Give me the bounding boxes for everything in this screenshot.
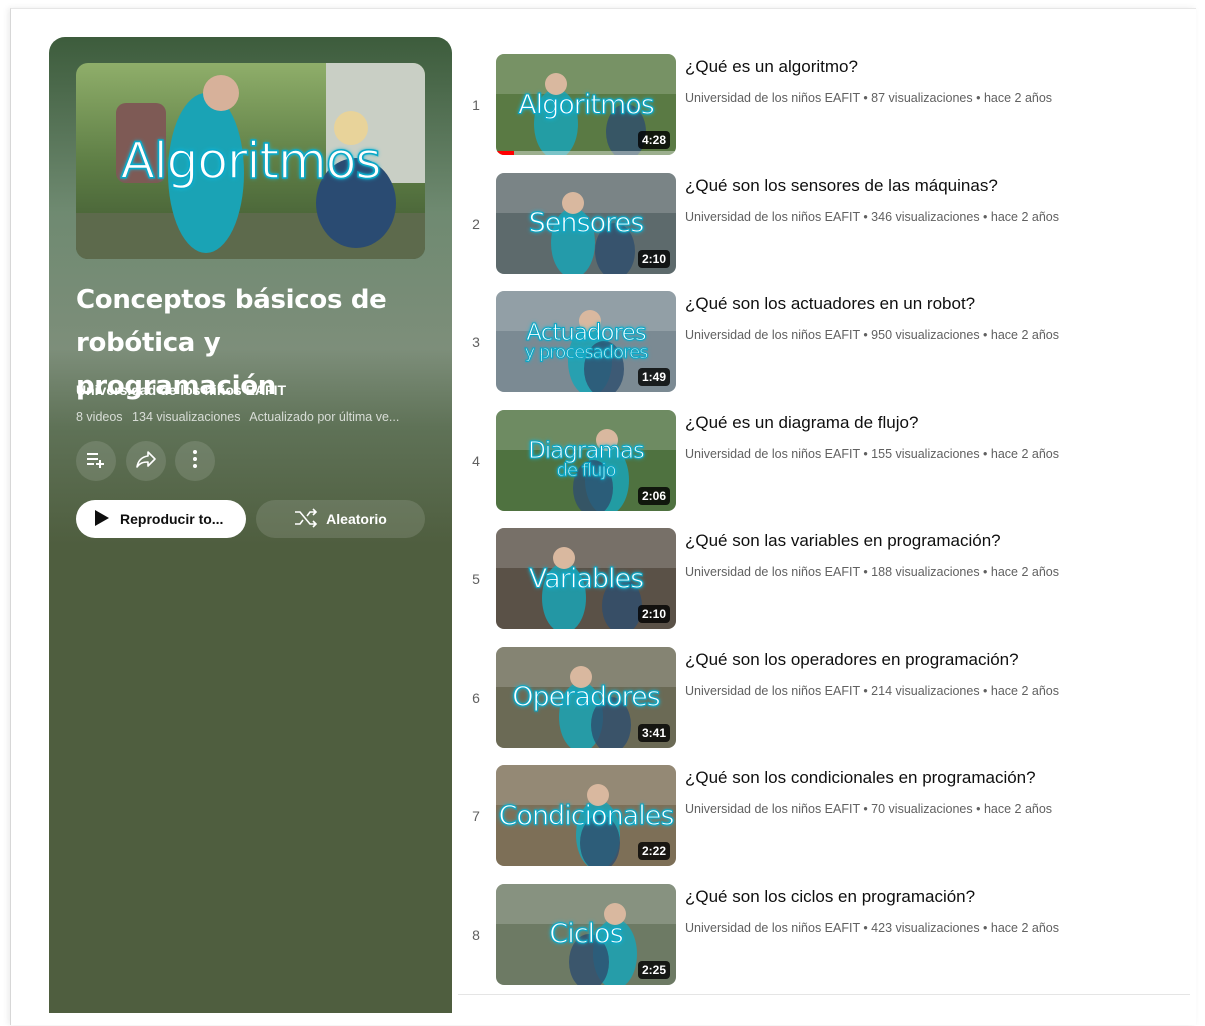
add-to-queue-icon xyxy=(85,448,107,475)
thumbnail-text: Algoritmos xyxy=(496,89,676,120)
video-title[interactable]: ¿Qué es un diagrama de flujo? xyxy=(685,413,918,433)
video-index: 2 xyxy=(472,215,480,232)
thumbnail-text-line1: Algoritmos xyxy=(518,89,656,120)
thumbnail-text-line1: Variables xyxy=(528,563,644,594)
video-index: 4 xyxy=(472,452,480,469)
video-title[interactable]: ¿Qué son los ciclos en programación? xyxy=(685,887,975,907)
thumbnail-text: Operadores xyxy=(496,681,676,713)
video-duration: 4:28 xyxy=(637,131,670,149)
playlist-video-item[interactable]: 6 Operadores 3:41 ¿Qué son los operadore… xyxy=(460,646,1200,766)
share-icon xyxy=(135,448,157,475)
thumbnail-text-line2: de flujo xyxy=(556,460,617,481)
video-meta: Universidad de los niños EAFIT • 155 vis… xyxy=(685,446,1060,461)
video-title[interactable]: ¿Qué son los condicionales en programaci… xyxy=(685,768,1036,788)
video-thumbnail[interactable]: Ciclos 2:25 xyxy=(496,883,676,985)
playlist-video-item[interactable]: 1 Algoritmos 4:28 ¿Qué es un algoritmo? … xyxy=(460,54,1200,173)
video-thumbnail[interactable]: Variables 2:10 xyxy=(496,528,676,629)
video-title[interactable]: ¿Qué son las variables en programación? xyxy=(685,531,1001,551)
video-title[interactable]: ¿Qué son los operadores en programación? xyxy=(685,650,1019,670)
playlist-hero-thumbnail[interactable]: Algoritmos xyxy=(76,63,425,259)
thumbnail-text-line2: y procesadores xyxy=(524,341,649,363)
add-to-queue-button[interactable] xyxy=(76,441,116,481)
video-duration: 1:49 xyxy=(637,368,670,386)
shuffle-icon xyxy=(294,507,318,531)
video-meta: Universidad de los niños EAFIT • 214 vis… xyxy=(685,683,1060,698)
shuffle-label: Aleatorio xyxy=(326,511,387,527)
play-icon xyxy=(94,509,110,530)
video-meta: Universidad de los niños EAFIT • 346 vis… xyxy=(685,209,1060,224)
video-meta: Universidad de los niños EAFIT • 70 visu… xyxy=(685,802,1053,816)
video-thumbnail[interactable]: Diagramas de flujo 2:06 xyxy=(496,409,676,511)
video-duration: 3:41 xyxy=(637,723,670,742)
video-thumbnail[interactable]: Algoritmos 4:28 xyxy=(496,54,676,155)
thumbnail-text-line1: Sensores xyxy=(528,207,645,239)
video-meta: Universidad de los niños EAFIT • 950 vis… xyxy=(685,328,1060,342)
thumbnail-text: Ciclos xyxy=(496,918,676,950)
video-duration: 2:10 xyxy=(637,249,670,268)
video-list: 1 Algoritmos 4:28 ¿Qué es un algoritmo? … xyxy=(460,54,1200,1002)
video-duration: 2:10 xyxy=(637,605,670,623)
hero-thumbnail-text: Algoritmos xyxy=(120,132,382,190)
more-vert-icon xyxy=(184,448,206,475)
list-divider xyxy=(458,994,1190,995)
thumbnail-text-line1: Operadores xyxy=(512,681,662,713)
video-thumbnail[interactable]: Sensores 2:10 xyxy=(496,172,676,274)
playlist-video-item[interactable]: 4 Diagramas de flujo 2:06 ¿Qué es un dia… xyxy=(460,409,1200,529)
playlist-meta: 8 videos 134 visualizaciones Actualizado… xyxy=(76,410,426,424)
video-thumbnail[interactable]: Condicionales 2:22 xyxy=(496,765,676,866)
thumbnail-text: Variables xyxy=(496,563,676,594)
playlist-header-panel: Algoritmos Conceptos básicos de robótica… xyxy=(49,37,452,1013)
video-meta: Universidad de los niños EAFIT • 87 visu… xyxy=(685,91,1053,105)
video-index: 7 xyxy=(472,808,480,824)
thumbnail-text-line1: Condicionales xyxy=(498,800,675,831)
thumbnail-text: Diagramas de flujo xyxy=(496,438,676,481)
video-title[interactable]: ¿Qué son los sensores de las máquinas? xyxy=(685,176,998,196)
video-title[interactable]: ¿Qué es un algoritmo? xyxy=(685,57,858,77)
share-button[interactable] xyxy=(126,441,166,481)
video-thumbnail[interactable]: Operadores 3:41 xyxy=(496,646,676,748)
video-index: 5 xyxy=(472,571,480,587)
video-duration: 2:06 xyxy=(637,486,670,505)
view-count: 134 visualizaciones xyxy=(132,410,241,424)
channel-name[interactable]: Universidad de los niños EAFIT xyxy=(76,382,286,398)
updated-text: Actualizado por última ve... xyxy=(249,410,400,424)
video-meta: Universidad de los niños EAFIT • 423 vis… xyxy=(685,920,1060,935)
playlist-video-item[interactable]: 5 Variables 2:10 ¿Qué son las variables … xyxy=(460,528,1200,647)
video-index: 6 xyxy=(472,689,480,706)
playlist-video-item[interactable]: 3 Actuadores y procesadores 1:49 ¿Qué so… xyxy=(460,291,1200,410)
thumbnail-text: Condicionales xyxy=(496,800,676,831)
thumbnail-text: Actuadores y procesadores xyxy=(496,319,676,363)
thumbnail-text-line1: Diagramas xyxy=(528,438,646,464)
playlist-video-item[interactable]: 7 Condicionales 2:22 ¿Qué son los condic… xyxy=(460,765,1200,884)
video-index: 3 xyxy=(472,334,480,350)
video-duration: 2:22 xyxy=(637,842,670,860)
video-title[interactable]: ¿Qué son los actuadores en un robot? xyxy=(685,294,975,314)
video-count: 8 videos xyxy=(76,410,123,424)
playlist-video-item[interactable]: 2 Sensores 2:10 ¿Qué son los sensores de… xyxy=(460,172,1200,292)
video-index: 1 xyxy=(472,97,480,113)
thumbnail-text: Sensores xyxy=(496,207,676,239)
thumbnail-text-line1: Actuadores xyxy=(526,319,647,346)
play-all-label: Reproducir to... xyxy=(120,511,224,527)
thumbnail-text-line1: Ciclos xyxy=(549,918,624,950)
playlist-video-item[interactable]: 8 Ciclos 2:25 ¿Qué son los ciclos en pro… xyxy=(460,883,1200,1003)
watch-progress-track xyxy=(496,151,676,155)
watch-progress-bar xyxy=(496,151,514,155)
video-meta: Universidad de los niños EAFIT • 188 vis… xyxy=(685,565,1060,579)
video-thumbnail[interactable]: Actuadores y procesadores 1:49 xyxy=(496,291,676,392)
shuffle-button[interactable]: Aleatorio xyxy=(256,500,425,538)
video-index: 8 xyxy=(472,926,480,943)
more-options-button[interactable] xyxy=(175,441,215,481)
video-duration: 2:25 xyxy=(637,960,670,979)
play-all-button[interactable]: Reproducir to... xyxy=(76,500,246,538)
